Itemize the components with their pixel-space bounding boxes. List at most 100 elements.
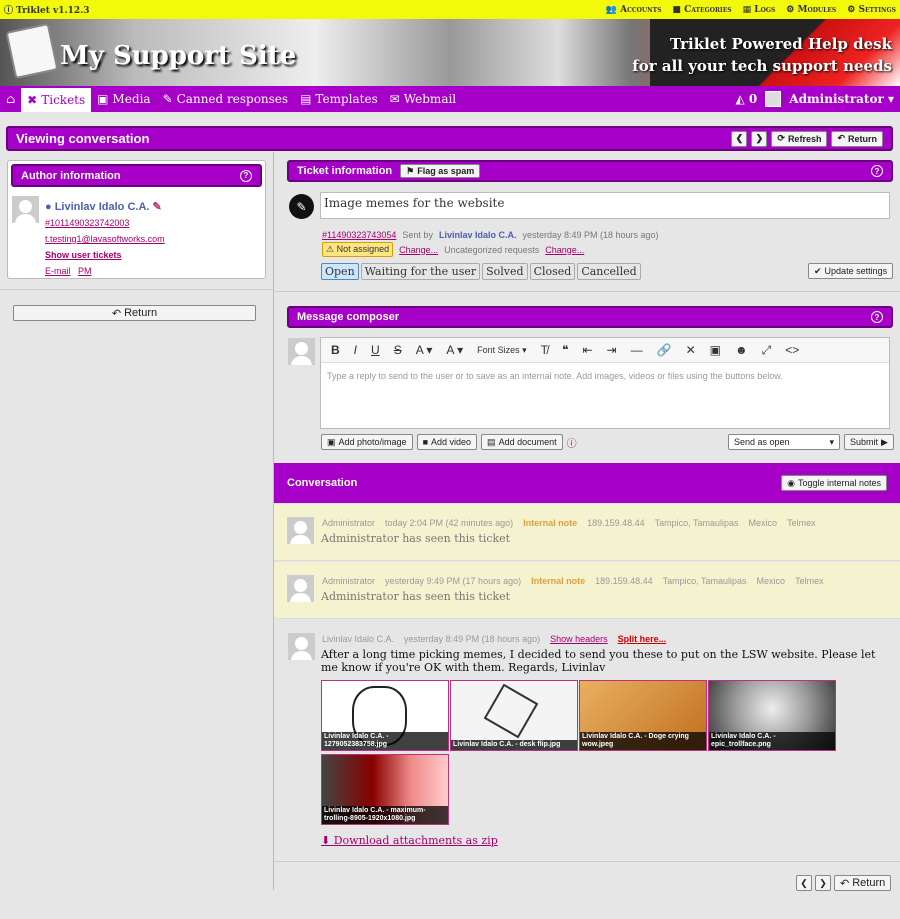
split-here-link[interactable]: Split here... (618, 634, 667, 644)
author-name[interactable]: ● Livinlav Idalo C.A. ✎ (45, 199, 165, 215)
add-photo-button[interactable]: ▣ Add photo/image (321, 434, 413, 450)
nav-media[interactable]: ▣ Media (91, 86, 156, 112)
change-assignment-link[interactable]: Change... (399, 245, 438, 255)
unlink-icon[interactable]: ✕ (686, 343, 696, 357)
strikethrough-icon[interactable]: S (394, 343, 402, 357)
show-headers-link[interactable]: Show headers (550, 634, 608, 644)
prev-button[interactable]: ❮ (796, 875, 812, 891)
toggle-notes-button[interactable]: ◉ Toggle internal notes (781, 475, 887, 491)
indent-icon[interactable]: ⇥ (607, 343, 617, 357)
internal-note: Administrator today 2:04 PM (42 minutes a… (274, 504, 900, 561)
italic-icon[interactable]: I (354, 343, 357, 357)
sender-link[interactable]: Livinlav Idalo C.A. (439, 230, 517, 240)
status-cancelled[interactable]: Cancelled (577, 263, 641, 280)
author-id[interactable]: #1011490323742003 (45, 215, 165, 231)
user-menu[interactable]: Administrator ▾ (789, 92, 894, 106)
ticket-info-header: Ticket information ⚑ Flag as spam ? (287, 160, 893, 182)
add-document-button[interactable]: ▤ Add document (481, 434, 563, 450)
category-label: Uncategorized requests (444, 244, 540, 255)
next-button[interactable]: ❯ (815, 875, 831, 891)
avatar (288, 633, 315, 660)
update-settings-button[interactable]: ✔ Update settings (808, 263, 894, 279)
link-icon[interactable]: 🔗 (657, 343, 672, 357)
background-color-icon[interactable]: A ▾ (446, 343, 463, 357)
site-logo-icon (5, 22, 59, 80)
status-waiting[interactable]: Waiting for the user (360, 263, 481, 280)
categories-link[interactable]: ■ Categories (672, 5, 731, 15)
nav-tickets[interactable]: ✖ Tickets (21, 88, 92, 112)
author-return-button[interactable]: ↶ Return (13, 305, 256, 321)
nav-templates[interactable]: ▤ Templates (294, 86, 384, 112)
logs-link[interactable]: ▦ Logs (743, 5, 776, 15)
outdent-icon[interactable]: ⇤ (582, 343, 592, 357)
status-closed[interactable]: Closed (529, 263, 576, 280)
status-solved[interactable]: Solved (482, 263, 528, 280)
inbox-counter[interactable]: ◭ 0 (736, 92, 758, 106)
pm-link[interactable]: PM (78, 266, 92, 276)
next-button[interactable]: ❯ (751, 130, 768, 147)
status-options: Open Waiting for the user Solved Closed Canc… (321, 263, 643, 280)
help-icon[interactable]: ? (240, 169, 252, 182)
author-header: Author information? (11, 164, 262, 187)
ticket-subject: Image memes for the website (320, 192, 890, 219)
attachment-thumb[interactable]: Livinlav Idalo C.A. - maximum-trolling-8… (321, 754, 449, 825)
avatar (288, 338, 315, 365)
help-icon[interactable]: ? (871, 311, 883, 323)
flag-spam-button[interactable]: ⚑ Flag as spam (400, 164, 481, 178)
author-panel: Author information? ● Livinlav Idalo C.A… (7, 160, 266, 279)
camera-icon[interactable]: ▣ (710, 343, 721, 357)
page-title-bar: Viewing conversation ❮ ❯ ⟳ Refresh ↶ Ret… (6, 126, 893, 151)
nav-webmail[interactable]: ✉ Webmail (384, 86, 462, 112)
site-banner: My Support Site Triklet Powered Help des… (0, 19, 900, 86)
attachment-thumb[interactable]: Livinlav Idalo C.A. - epic_trollface.png (708, 680, 836, 751)
home-icon[interactable]: ⌂ (0, 86, 21, 112)
font-sizes-select[interactable]: Font Sizes ▾ (477, 345, 527, 356)
prev-button[interactable]: ❮ (731, 130, 748, 147)
show-user-tickets[interactable]: Show user tickets (45, 247, 165, 263)
email-link[interactable]: E-mail (45, 266, 71, 276)
modules-link[interactable]: ⚙ Modules (786, 5, 836, 15)
emoji-icon[interactable]: ☻ (735, 343, 748, 357)
underline-icon[interactable]: U (371, 343, 380, 357)
ticket-number[interactable]: #11490323743054 (322, 230, 396, 240)
attachment-thumb[interactable]: Livinlav Idalo C.A. - 1279052383758.jpg (321, 680, 449, 751)
fullscreen-icon[interactable]: ⤢ (762, 343, 772, 358)
clear-format-icon[interactable]: T̸ (541, 343, 548, 357)
internal-note: Administrator yesterday 9:49 PM (17 hours… (274, 562, 900, 619)
composer-header: Message composer? (287, 306, 893, 328)
text-color-icon[interactable]: A ▾ (416, 343, 433, 357)
source-code-icon[interactable]: <> (785, 343, 799, 357)
return-button[interactable]: ↶ Return (834, 875, 892, 891)
conversation-header: Conversation ◉ Toggle internal notes (274, 463, 900, 503)
refresh-button[interactable]: ⟳ Refresh (771, 130, 828, 147)
help-icon[interactable]: ? (871, 165, 883, 177)
avatar (765, 91, 782, 107)
app-version: ⓘ Triklet v1.12.3 (4, 6, 90, 16)
settings-link[interactable]: ⚙ Settings (847, 5, 896, 15)
submit-button[interactable]: Submit ▶ (844, 434, 894, 450)
attachment-thumb[interactable]: Livinlav Idalo C.A. - desk flip.jpg (450, 680, 578, 751)
bold-icon[interactable]: B (331, 343, 340, 357)
download-zip-link[interactable]: ⬇ Download attachments as zip (321, 834, 498, 847)
blockquote-icon[interactable]: ❝ (562, 343, 568, 357)
return-button[interactable]: ↶ Return (831, 130, 883, 147)
nav-canned[interactable]: ✎ Canned responses (157, 86, 295, 112)
add-video-button[interactable]: ■ Add video (416, 434, 478, 450)
site-title[interactable]: My Support Site (60, 41, 296, 71)
attachment-thumb[interactable]: Livinlav Idalo C.A. - Doge crying wow.jp… (579, 680, 707, 751)
top-bar: ⓘ Triklet v1.12.3 👥 Accounts ■ Categorie… (0, 0, 900, 19)
author-email[interactable]: t.testing1@lavasoftworks.com (45, 231, 165, 247)
horizontal-rule-icon[interactable]: — (631, 343, 643, 357)
tagline: Triklet Powered Help desk for all your te… (632, 35, 892, 75)
send-as-select[interactable]: Send as open ▾ (728, 434, 840, 450)
avatar (287, 517, 314, 544)
main-nav: ⌂ ✖ Tickets ▣ Media ✎ Canned responses ▤… (0, 86, 900, 112)
assignment-badge: ⚠ Not assigned (322, 242, 394, 257)
message-input[interactable]: Type a reply to send to the user or to s… (321, 363, 889, 389)
change-category-link[interactable]: Change... (545, 245, 584, 255)
info-icon[interactable]: ⓘ (567, 435, 577, 450)
message-body: After a long time picking memes, I decid… (321, 648, 876, 674)
accounts-link[interactable]: 👥 Accounts (606, 5, 662, 15)
status-open[interactable]: Open (321, 263, 359, 280)
avatar (12, 196, 39, 223)
